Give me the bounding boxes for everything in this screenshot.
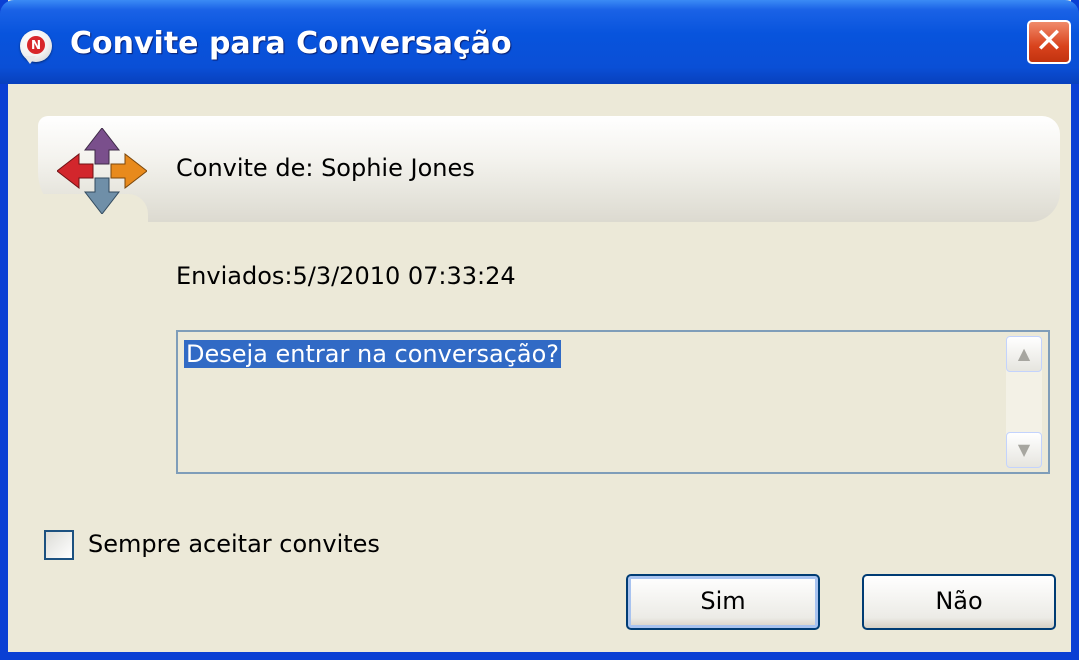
scroll-up-icon[interactable]: ▲ <box>1006 336 1042 372</box>
sent-datetime: 5/3/2010 07:33:24 <box>292 262 516 290</box>
sent-label: Enviados: <box>176 262 293 290</box>
scroll-down-icon[interactable]: ▼ <box>1006 432 1042 468</box>
message-textarea[interactable]: Deseja entrar na conversação? ▲ ▼ <box>176 330 1050 474</box>
always-accept-checkbox[interactable] <box>44 530 74 560</box>
window-title: Convite para Conversação <box>70 26 512 61</box>
invitation-arrows-icon <box>57 128 147 214</box>
sent-timestamp: Enviados:5/3/2010 07:33:24 <box>176 262 516 290</box>
no-button[interactable]: Não <box>862 574 1056 630</box>
title-bar[interactable]: N Convite para Conversação ✕ <box>0 0 1079 84</box>
novell-messenger-icon: N <box>20 30 52 64</box>
always-accept-label[interactable]: Sempre aceitar convites <box>88 530 380 558</box>
invitation-from-name: Sophie Jones <box>321 154 475 182</box>
message-text: Deseja entrar na conversação? <box>184 340 561 368</box>
message-scrollbar[interactable]: ▲ ▼ <box>1006 336 1042 468</box>
invitation-from: Convite de: Sophie Jones <box>176 154 475 182</box>
yes-button[interactable]: Sim <box>626 574 820 630</box>
invitation-from-label: Convite de: <box>176 154 314 182</box>
close-button[interactable]: ✕ <box>1027 20 1071 64</box>
